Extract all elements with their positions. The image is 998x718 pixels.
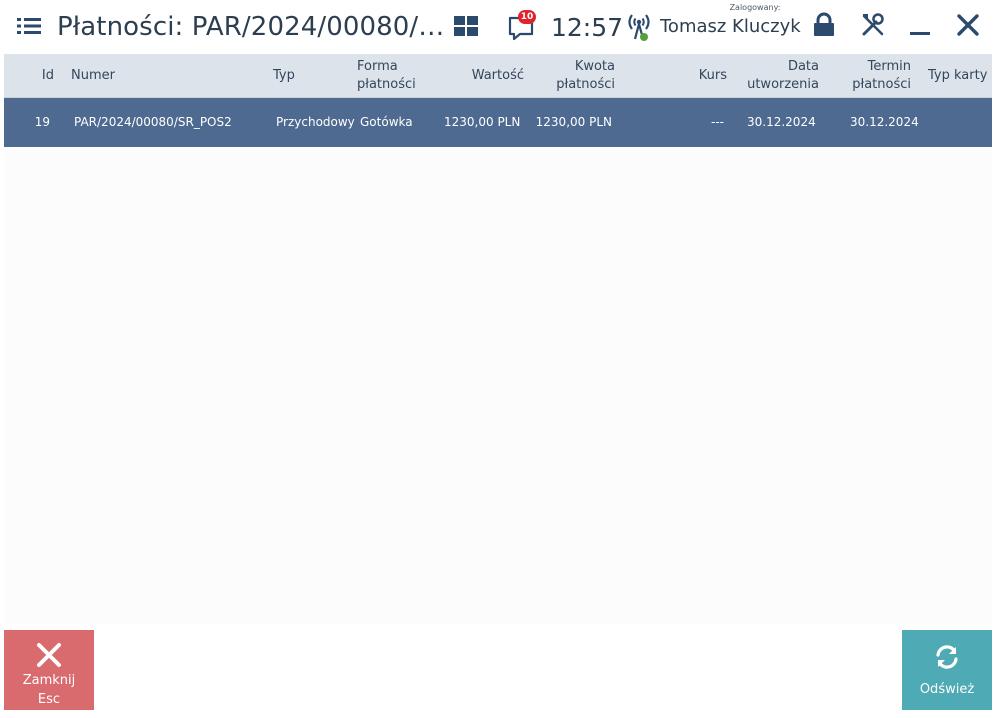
column-header-numer[interactable]: Numer	[71, 54, 231, 97]
grid-header: Id Numer Typ Forma płatności Wartość Kwo…	[4, 54, 992, 98]
cell-data-utworzenia: 30.12.2024 1	[747, 115, 817, 129]
cell-typ-karty	[928, 98, 988, 147]
connection-icon[interactable]	[624, 11, 654, 43]
column-header-kwota-platnosci[interactable]: Kwota płatności	[534, 54, 615, 97]
close-x-icon	[36, 642, 62, 668]
cell-typ: Przychodowy	[276, 115, 355, 129]
column-header-id[interactable]: Id	[22, 54, 54, 97]
cell-id: 19	[34, 115, 50, 129]
refresh-icon	[934, 644, 960, 670]
refresh-button[interactable]: Odśwież	[902, 630, 992, 710]
cell-wartosc: 1230,00 PLN	[444, 115, 520, 129]
close-button-shortcut: Esc	[37, 692, 61, 707]
cell-kurs: ---	[711, 115, 724, 129]
column-header-forma-platnosci[interactable]: Forma płatności	[357, 54, 437, 97]
column-header-wartosc[interactable]: Wartość	[444, 54, 524, 97]
column-header-termin-platnosci[interactable]: Termin płatności	[834, 54, 911, 97]
app-header: Płatności: PAR/2024/00080/SR_POS2 10 12:…	[0, 0, 998, 54]
tools-icon[interactable]	[860, 12, 886, 38]
minimize-icon[interactable]	[907, 12, 933, 38]
close-button-label: Zamknij	[22, 673, 76, 688]
refresh-button-label: Odśwież	[919, 682, 975, 697]
cell-forma-platnosci: Gotówka	[360, 115, 413, 129]
cell-numer: PAR/2024/00080/SR_POS2	[74, 115, 232, 129]
lock-icon[interactable]	[812, 12, 836, 38]
column-header-kurs[interactable]: Kurs	[664, 54, 727, 97]
logged-in-label: Zalogowany:	[729, 3, 781, 12]
payments-grid: Id Numer Typ Forma płatności Wartość Kwo…	[4, 54, 992, 624]
close-icon[interactable]	[955, 12, 981, 38]
notification-icon[interactable]: 10	[507, 10, 539, 42]
menu-icon[interactable]	[16, 13, 42, 39]
page-title: Płatności: PAR/2024/00080/SR_POS2	[57, 12, 445, 42]
column-header-data-utworzenia[interactable]: Data utworzenia	[739, 54, 819, 97]
close-button[interactable]: Zamknij Esc	[4, 630, 94, 710]
table-row[interactable]: 19 PAR/2024/00080/SR_POS2 Przychodowy Go…	[4, 98, 992, 147]
clock: 12:57	[551, 13, 624, 42]
cell-kwota-platnosci: 1230,00 PLN	[535, 115, 612, 129]
column-header-typ-karty[interactable]: Typ karty	[928, 54, 990, 97]
cell-termin-platnosci: 30.12.2024	[850, 115, 919, 129]
tiles-icon[interactable]	[453, 15, 479, 37]
user-name[interactable]: Tomasz Kluczyk	[660, 14, 801, 40]
column-header-typ[interactable]: Typ	[273, 54, 343, 97]
notification-badge: 10	[518, 10, 536, 24]
